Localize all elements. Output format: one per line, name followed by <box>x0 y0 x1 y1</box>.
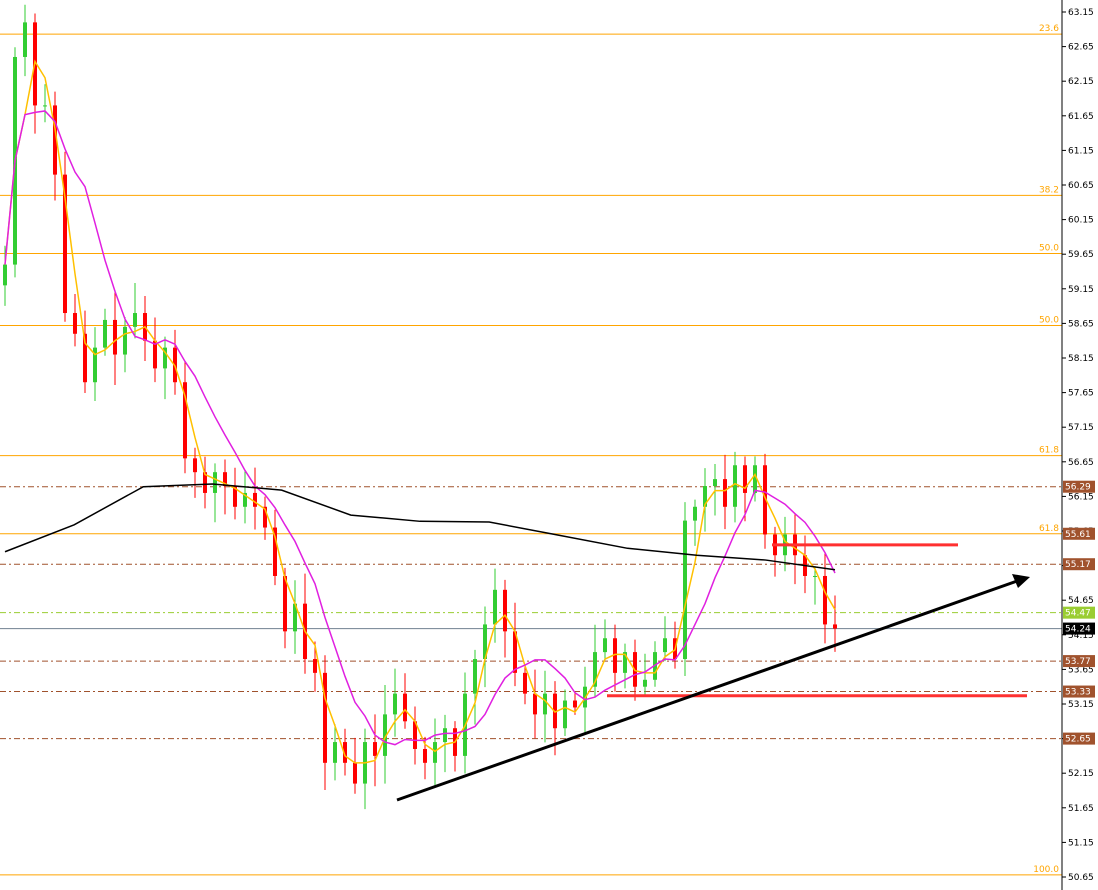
candle-body <box>643 679 647 687</box>
price-chart[interactable]: 23.6 38.2 50.0 50.0 61.8 61.8 100.0 63.15 62.65 6… <box>0 0 1098 890</box>
candle-body <box>213 472 217 493</box>
candle-body <box>353 762 357 784</box>
candle-body <box>133 313 137 327</box>
level-price-tag: 55.17 <box>1065 560 1091 570</box>
candle-body <box>253 492 257 507</box>
candle-body <box>603 638 607 653</box>
level-price-tag: 53.77 <box>1065 657 1091 667</box>
axis-tick-label: 53.15 <box>1068 700 1094 710</box>
candle-body <box>533 693 537 715</box>
candle-body <box>503 589 507 632</box>
fib-label: 61.8 <box>1039 524 1059 534</box>
axis-tick-label: 61.15 <box>1068 146 1094 156</box>
candle-body <box>723 479 727 507</box>
fib-label: 50.0 <box>1039 244 1059 254</box>
candle-body <box>833 624 837 629</box>
candle-body <box>423 748 427 763</box>
axis-tick-label: 60.65 <box>1068 181 1094 191</box>
axis-tick-label: 58.15 <box>1068 354 1094 364</box>
candle-body <box>73 313 77 334</box>
candle-body <box>23 22 27 57</box>
candle-body <box>283 575 287 632</box>
candle-body <box>823 575 827 625</box>
candle-body <box>473 659 477 694</box>
level-price-tag: 54.47 <box>1065 609 1091 619</box>
candle-body <box>733 465 737 507</box>
candle-body <box>443 728 447 743</box>
candle-body <box>663 638 667 653</box>
candle-body <box>193 458 197 473</box>
candle-body <box>493 589 497 625</box>
candle-body <box>403 693 407 722</box>
fib-label: 100.0 <box>1033 865 1059 875</box>
candle-body <box>123 326 127 355</box>
axis-tick-label: 63.15 <box>1068 8 1094 18</box>
candle-body <box>543 693 547 715</box>
candle-body <box>813 575 817 577</box>
axis-tick-label: 57.65 <box>1068 389 1094 399</box>
fib-label: 61.8 <box>1039 446 1059 456</box>
axis-tick-label: 60.15 <box>1068 216 1094 226</box>
candle-body <box>373 742 377 756</box>
axis-tick-label: 58.65 <box>1068 319 1094 329</box>
candle-body <box>43 105 47 107</box>
candle-body <box>693 506 697 521</box>
axis-tick-label: 56.65 <box>1068 458 1094 468</box>
axis-tick-label: 50.65 <box>1068 873 1094 883</box>
axis-tick-label: 62.15 <box>1068 77 1094 87</box>
candle-body <box>683 520 687 660</box>
current-price-tag: 54.24 <box>1065 625 1091 635</box>
axis-tick-label: 61.65 <box>1068 112 1094 122</box>
level-price-tag: 56.29 <box>1065 483 1091 493</box>
candle-body <box>393 693 397 715</box>
level-price-tag: 55.61 <box>1065 530 1091 540</box>
level-price-tag: 52.65 <box>1065 735 1091 745</box>
slow-ma-line <box>4 110 836 746</box>
fib-label: 38.2 <box>1039 185 1059 195</box>
fib-label: 23.6 <box>1039 24 1059 34</box>
fast-ma-line <box>4 59 836 764</box>
candle-body <box>333 742 337 763</box>
axis-tick-label: 54.65 <box>1068 596 1094 606</box>
axis-tick-label: 59.15 <box>1068 285 1094 295</box>
axis-tick-label: 56.15 <box>1068 492 1094 502</box>
fib-label: 50.0 <box>1039 315 1059 325</box>
candle-body <box>3 264 7 286</box>
candle-body <box>523 672 527 694</box>
candle-body <box>563 700 567 729</box>
axis-tick-label: 62.65 <box>1068 43 1094 53</box>
level-price-tag: 53.33 <box>1065 688 1091 698</box>
candle-body <box>323 672 327 763</box>
axis-tick-label: 59.65 <box>1068 250 1094 260</box>
candle-body <box>713 479 717 487</box>
axis-tick-label: 57.15 <box>1068 423 1094 433</box>
axis-tick-label: 52.15 <box>1068 769 1094 779</box>
candle-body <box>433 742 437 763</box>
axis-tick-label: 51.65 <box>1068 804 1094 814</box>
axis-tick-label: 51.15 <box>1068 838 1094 848</box>
candle-body <box>103 319 107 348</box>
candle-body <box>113 319 117 355</box>
candle-body <box>573 700 577 708</box>
candle-body <box>313 659 317 673</box>
